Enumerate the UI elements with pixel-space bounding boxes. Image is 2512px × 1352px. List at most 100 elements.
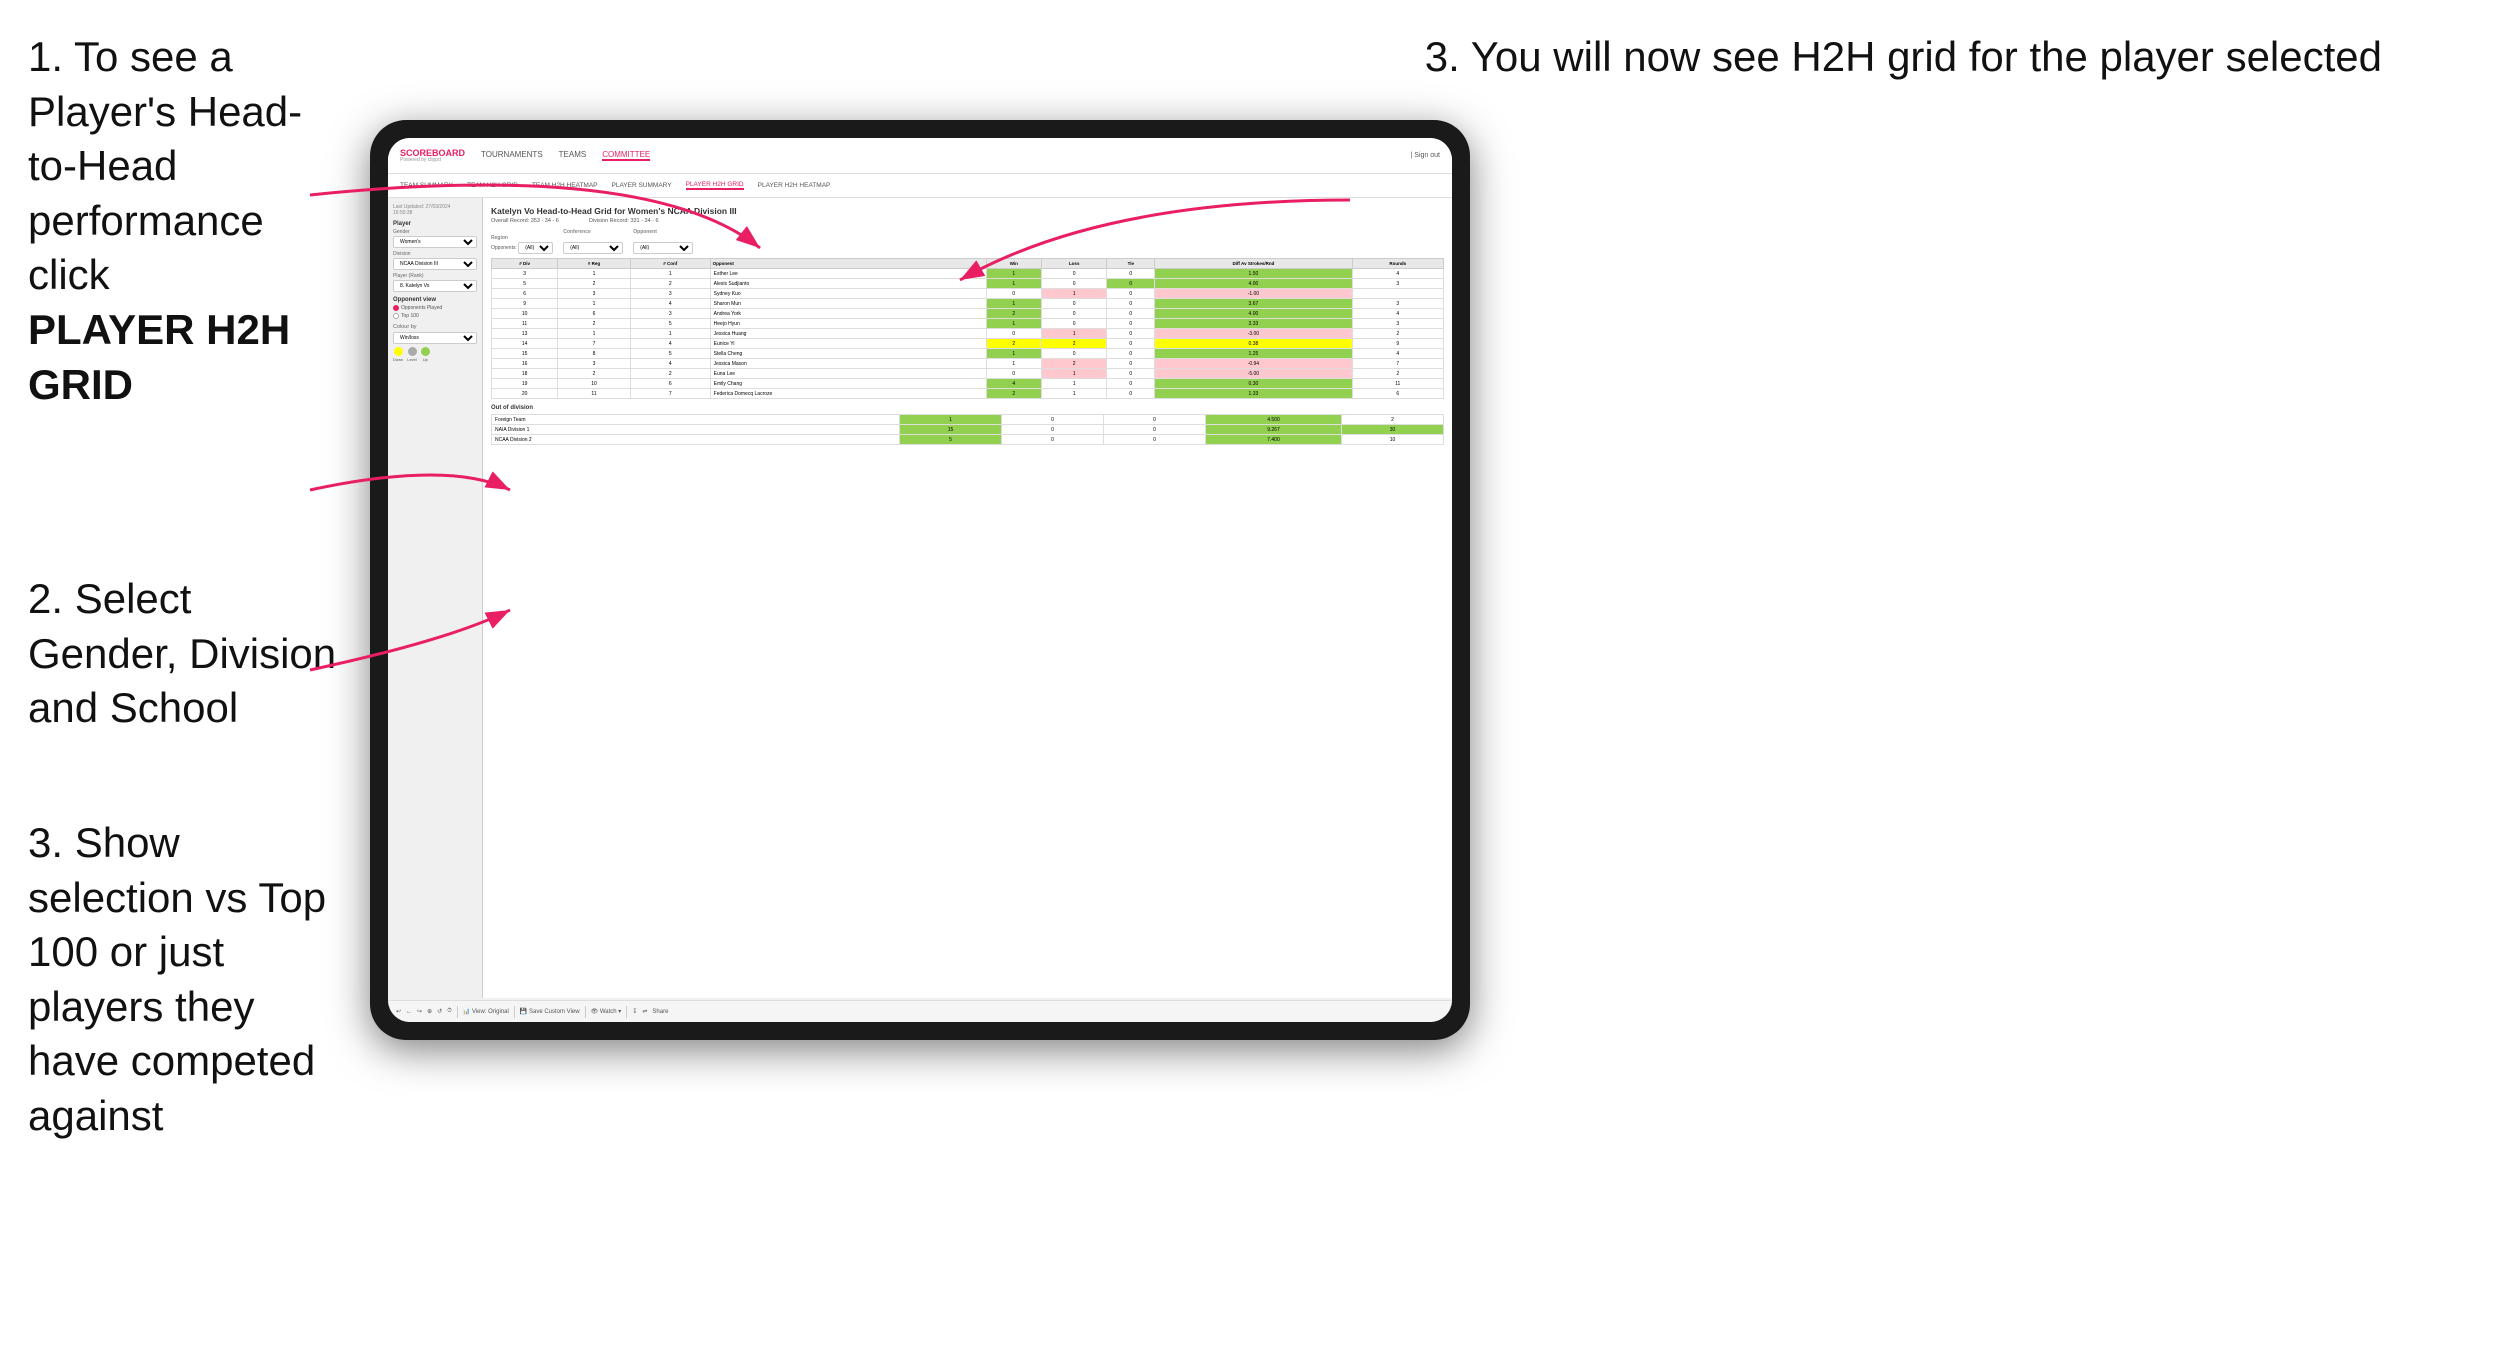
- sub-nav-player-h2h-heatmap[interactable]: PLAYER H2H HEATMAP: [758, 182, 831, 189]
- instr1-bold: PLAYER H2H GRID: [28, 306, 290, 408]
- sub-nav-team-h2h-heatmap[interactable]: TEAM H2H HEATMAP: [532, 182, 598, 189]
- sub-nav-team-summary[interactable]: TEAM SUMMARY: [400, 182, 453, 189]
- division-group: Division NCAA Division III: [393, 251, 477, 270]
- th-conf: # Conf: [630, 259, 710, 269]
- colour-by-label: Colour by: [393, 324, 477, 330]
- colour-by-select[interactable]: Win/loss: [393, 332, 477, 344]
- opponents-select[interactable]: (All): [518, 242, 553, 254]
- toolbar-save-custom-view[interactable]: 💾 Save Custom View: [520, 1008, 580, 1015]
- app-logo: SCOREBOARD Powered by clippd: [400, 149, 465, 163]
- toolbar-redo[interactable]: ↪: [417, 1008, 422, 1015]
- table-row: 3 1 1 Esther Lee 1 0 0 1.50 4: [492, 269, 1444, 279]
- legend-level: Level: [407, 347, 417, 362]
- table-row: 6 3 3 Sydney Kuo 0 1 0 -1.00: [492, 289, 1444, 299]
- main-content-area: Last Updated: 27/03/202416:55:38 Player …: [388, 198, 1452, 998]
- toolbar-divider2: [514, 1006, 515, 1018]
- toolbar-refresh[interactable]: ↺: [437, 1008, 442, 1015]
- nav-committee[interactable]: COMMITTEE: [602, 150, 650, 161]
- table-row: 14 7 4 Eunice Yi 2 2 0 0.38 9: [492, 339, 1444, 349]
- toolbar-share[interactable]: Share: [652, 1009, 668, 1015]
- table-row: Foreign Team 1 0 0 4.500 2: [492, 415, 1444, 425]
- timestamp: Last Updated: 27/03/202416:55:38: [393, 204, 477, 216]
- top-right-text: 3. You will now see H2H grid for the pla…: [1425, 33, 2382, 80]
- sign-out[interactable]: | Sign out: [1411, 152, 1440, 159]
- instr3-text: 3. Show selection vs Top 100 or just pla…: [28, 816, 342, 1144]
- toolbar-download[interactable]: ↧: [632, 1008, 637, 1015]
- table-row: 5 2 2 Alexis Sudjianto 1 0 0 4.00 3: [492, 279, 1444, 289]
- toolbar-add[interactable]: ⊕: [427, 1008, 432, 1015]
- gender-select[interactable]: Women's: [393, 236, 477, 248]
- gender-group: Gender Women's: [393, 229, 477, 248]
- th-reg: # Reg: [558, 259, 631, 269]
- player-select[interactable]: 8. Katelyn Vo: [393, 280, 477, 292]
- player-section: Player Gender Women's Division NCAA Divi…: [393, 221, 477, 292]
- nav-tournaments[interactable]: TOURNAMENTS: [481, 150, 543, 161]
- out-of-division-label: Out of division: [491, 405, 1444, 411]
- toolbar-divider4: [626, 1006, 627, 1018]
- right-content: Katelyn Vo Head-to-Head Grid for Women's…: [483, 198, 1452, 998]
- radio-top-100[interactable]: Top 100: [393, 313, 477, 319]
- th-loss: Loss: [1042, 259, 1107, 269]
- app-header: SCOREBOARD Powered by clippd TOURNAMENTS…: [388, 138, 1452, 174]
- sub-nav-player-summary[interactable]: PLAYER SUMMARY: [612, 182, 672, 189]
- tablet-screen: SCOREBOARD Powered by clippd TOURNAMENTS…: [388, 138, 1452, 1022]
- opponent-view-label: Opponent view: [393, 297, 477, 303]
- opponent-select[interactable]: (All): [633, 242, 693, 254]
- th-opponent: Opponent: [710, 259, 986, 269]
- table-row: 15 8 5 Stella Cheng 1 0 0 1.25 4: [492, 349, 1444, 359]
- nav-bar: TOURNAMENTS TEAMS COMMITTEE: [481, 150, 1395, 161]
- radio-opponents-played[interactable]: Opponents Played: [393, 305, 477, 311]
- legend-down: Down: [393, 347, 403, 362]
- overall-record: Overall Record: 353 - 34 - 6: [491, 218, 559, 224]
- th-diff: Diff Av Strokes/Rnd: [1155, 259, 1352, 269]
- table-row: 9 1 4 Sharon Mun 1 0 0 3.67 3: [492, 299, 1444, 309]
- player-label: Player: [393, 221, 477, 227]
- table-row: NCAA Division 2 5 0 0 7.400 10: [492, 435, 1444, 445]
- left-instructions: 1. To see a Player's Head-to-Head perfor…: [0, 0, 370, 1174]
- region-filter: Region Opponents: (All): [491, 235, 553, 254]
- records-row: Overall Record: 353 - 34 - 6 Division Re…: [491, 218, 1444, 224]
- table-row: NAIA Division 1 15 0 0 9.267 30: [492, 425, 1444, 435]
- table-body: 3 1 1 Esther Lee 1 0 0 1.50 4: [492, 269, 1444, 399]
- player-rank-group: Player (Rank) 8. Katelyn Vo: [393, 273, 477, 292]
- toolbar-watch[interactable]: 👁 Watch ▾: [591, 1008, 622, 1015]
- sub-nav-player-h2h-grid[interactable]: PLAYER H2H GRID: [686, 181, 744, 190]
- opponent-filter: Opponent (All): [633, 229, 693, 254]
- h2h-table: # Div # Reg # Conf Opponent Win Loss Tie…: [491, 258, 1444, 399]
- colour-legend: Down Level Up: [393, 347, 477, 362]
- toolbar-share-icon[interactable]: ⇌: [642, 1008, 647, 1015]
- toolbar-timer[interactable]: ⏱: [447, 1008, 452, 1015]
- table-row: 18 2 2 Euna Lee 0 1 0 -5.00 2: [492, 369, 1444, 379]
- nav-teams[interactable]: TEAMS: [559, 150, 587, 161]
- left-panel: Last Updated: 27/03/202416:55:38 Player …: [388, 198, 483, 998]
- instruction-1: 1. To see a Player's Head-to-Head perfor…: [28, 30, 342, 412]
- top-right-instruction: 3. You will now see H2H grid for the pla…: [1425, 30, 2382, 85]
- h2h-title: Katelyn Vo Head-to-Head Grid for Women's…: [491, 206, 1444, 216]
- instr1-text: 1. To see a Player's Head-to-Head perfor…: [28, 33, 302, 298]
- toolbar-divider: [457, 1006, 458, 1018]
- th-div: # Div: [492, 259, 558, 269]
- gender-label: Gender: [393, 229, 477, 235]
- table-row: 11 2 5 Heejo Hyun 1 0 0 3.33 3: [492, 319, 1444, 329]
- instruction-2: 2. Select Gender, Division and School: [28, 572, 342, 736]
- conference-filter: Conference (All): [563, 229, 623, 254]
- toolbar-divider3: [585, 1006, 586, 1018]
- toolbar-undo[interactable]: ↩: [396, 1008, 401, 1015]
- instr2-text: 2. Select Gender, Division and School: [28, 572, 342, 736]
- division-record: Division Record: 331 - 34 - 6: [589, 218, 659, 224]
- player-rank-label: Player (Rank): [393, 273, 477, 279]
- bottom-toolbar: ↩ ← ↪ ⊕ ↺ ⏱ 📊 View: Original 💾 Save Cust…: [388, 1000, 1452, 1022]
- conference-select[interactable]: (All): [563, 242, 623, 254]
- toolbar-back[interactable]: ←: [406, 1009, 412, 1015]
- opponent-view-section: Opponent view Opponents Played Top 100: [393, 297, 477, 319]
- legend-up: Up: [421, 347, 430, 362]
- toolbar-view-original[interactable]: 📊 View: Original: [463, 1008, 509, 1015]
- filters-row: Region Opponents: (All) Conference (All): [491, 229, 1444, 254]
- colour-by-section: Colour by Win/loss Down Level: [393, 324, 477, 362]
- out-of-division-table: Foreign Team 1 0 0 4.500 2 NAIA Division…: [491, 414, 1444, 445]
- table-row: 19 10 6 Emily Chang 4 1 0 0.30 11: [492, 379, 1444, 389]
- division-label: Division: [393, 251, 477, 257]
- tablet-device: SCOREBOARD Powered by clippd TOURNAMENTS…: [370, 120, 1470, 1040]
- division-select[interactable]: NCAA Division III: [393, 258, 477, 270]
- sub-nav-team-h2h-grid[interactable]: TEAM H2H GRID: [467, 182, 518, 189]
